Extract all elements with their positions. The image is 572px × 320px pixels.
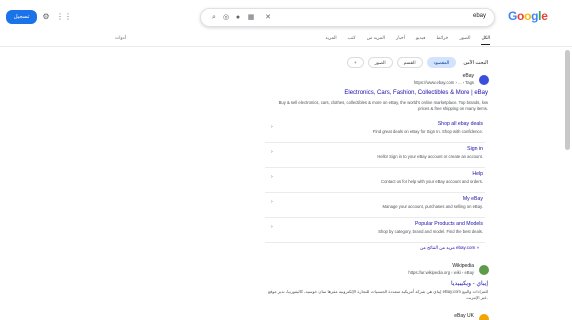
tab-2[interactable]: خرائط bbox=[436, 35, 448, 45]
sitelink-snippet: Hello! Sign in to your eBay account or c… bbox=[377, 154, 483, 159]
site-favicon bbox=[479, 314, 489, 320]
mic-icon[interactable]: ● bbox=[233, 13, 243, 23]
sitelink-title[interactable]: Sign in bbox=[467, 146, 483, 152]
chevron-icon[interactable]: › bbox=[271, 199, 273, 205]
chevron-icon[interactable]: › bbox=[271, 149, 273, 155]
tab-4[interactable]: أخبار bbox=[396, 35, 405, 45]
filter-chip[interactable]: الصور bbox=[367, 57, 393, 68]
keyboard-icon[interactable]: ▦ bbox=[246, 13, 256, 23]
apps-icon[interactable]: ⋮⋮ bbox=[56, 12, 72, 22]
result-site-name: eBay bbox=[462, 73, 474, 79]
scrollbar[interactable] bbox=[565, 50, 570, 150]
search-input[interactable]: ebay bbox=[473, 13, 486, 19]
search-icon[interactable]: ⌕ bbox=[209, 13, 219, 23]
result-title[interactable]: إيباي - ويكيبيديا bbox=[451, 280, 488, 287]
tab-6[interactable]: كتب bbox=[348, 35, 356, 45]
sitelink-snippet: Manage your account, purchases and selli… bbox=[382, 204, 484, 209]
lens-icon[interactable]: ◎ bbox=[221, 13, 231, 23]
search-tabs: الكل الصور خرائط فيديو أخبار المزيد من كتب المز… bbox=[325, 35, 490, 45]
search-box[interactable]: ebay ⌕ ◎ ● ▦ ✕ bbox=[200, 8, 495, 27]
sitelink-title[interactable]: Shop all ebay deals bbox=[438, 121, 483, 127]
sitelink-row[interactable]: Shop all ebay deals Find great deals on e… bbox=[265, 119, 485, 143]
filter-chip[interactable]: المقصود bbox=[426, 57, 457, 68]
result-snippet: إيباي هي شركة أمريكية متعددة الجنسيات لل… bbox=[268, 289, 489, 300]
tab-0[interactable]: الكل bbox=[481, 35, 490, 45]
result-url[interactable]: https://ar.wikipedia.org › wiki › eBay bbox=[408, 270, 474, 275]
sign-in-button[interactable]: تسجيل bbox=[6, 10, 37, 24]
chevron-icon[interactable]: › bbox=[271, 174, 273, 180]
result-url[interactable]: https://www.ebay.com › ... › Tags bbox=[414, 80, 474, 85]
filter-chip[interactable]: القسم bbox=[396, 57, 423, 68]
sitelink-title[interactable]: Help bbox=[472, 171, 483, 177]
tab-1[interactable]: الصور bbox=[459, 35, 470, 45]
site-favicon bbox=[479, 265, 489, 275]
chevron-icon[interactable]: › bbox=[271, 224, 273, 230]
sitelink-row[interactable]: Popular Products and Models Shop by categ… bbox=[265, 219, 485, 243]
tabs-divider bbox=[0, 46, 572, 47]
sitelink-snippet: Shop by category, brand and model. Find … bbox=[378, 229, 483, 234]
logo-letter: e bbox=[541, 9, 548, 23]
sitelink-row[interactable]: Help Contact us for help with your eBay a… bbox=[265, 169, 485, 193]
sitelink-snippet: Find great deals on eBay for Sign In. Sh… bbox=[372, 129, 483, 134]
filter-chips: البحث الآمن المقصود القسم الصور + bbox=[346, 57, 488, 68]
sitelink-row[interactable]: My eBay Manage your account, purchases an… bbox=[265, 194, 485, 218]
sitelink-title[interactable]: Popular Products and Models bbox=[415, 221, 483, 227]
settings-icon[interactable]: ⚙ bbox=[41, 12, 51, 22]
result-site-name: eBay UK bbox=[454, 313, 474, 319]
sitelink-snippet: Contact us for help with your eBay accou… bbox=[381, 179, 483, 184]
result-snippet: Buy & sell electronics, cars, clothes, c… bbox=[278, 100, 488, 111]
sitelink-row[interactable]: Sign in Hello! Sign in to your eBay accou… bbox=[265, 144, 485, 168]
filter-chip[interactable]: + bbox=[346, 57, 364, 68]
safesearch-label: البحث الآمن bbox=[463, 59, 488, 66]
chevron-icon[interactable]: › bbox=[271, 124, 273, 130]
more-results-link[interactable]: مزيد من النتائج من ebay.com » bbox=[420, 245, 479, 251]
result-site-name: Wikipedia bbox=[452, 263, 474, 269]
result-title[interactable]: Electronics, Cars, Fashion, Collectibles… bbox=[344, 90, 488, 96]
logo-letter: G bbox=[508, 9, 518, 23]
tab-5[interactable]: المزيد من bbox=[367, 35, 385, 45]
google-logo[interactable]: Google bbox=[508, 9, 548, 23]
tools-button[interactable]: أدوات bbox=[115, 35, 126, 41]
close-icon[interactable]: ✕ bbox=[263, 13, 273, 23]
sitelink-title[interactable]: My eBay bbox=[463, 196, 483, 202]
tab-7[interactable]: المزيد bbox=[325, 35, 336, 45]
site-favicon bbox=[479, 75, 489, 85]
tab-3[interactable]: فيديو bbox=[416, 35, 425, 45]
